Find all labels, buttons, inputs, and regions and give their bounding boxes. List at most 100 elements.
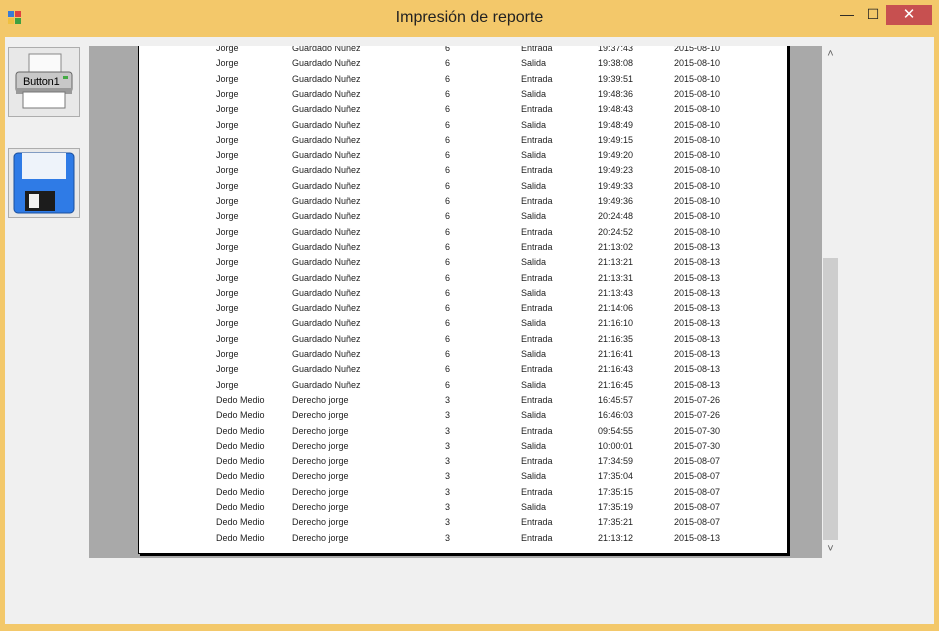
cell-time: 21:14:06 [598, 303, 634, 314]
table-row: Jorge Guardado Nuñez 6 Entrada 19:39:51 2015-… [139, 71, 787, 86]
cell-date: 2015-08-10 [674, 104, 721, 115]
cell-time: 19:38:08 [598, 58, 634, 69]
cell-num: 6 [445, 134, 451, 145]
maximize-button[interactable]: ☐ [860, 4, 886, 26]
table-row: Dedo Medio Derecho jorge 3 Entrada 17:34:59 2… [139, 453, 787, 468]
cell-type: Entrada [521, 486, 553, 497]
cell-time: 20:24:52 [598, 226, 634, 237]
cell-date: 2015-08-10 [674, 134, 721, 145]
cell-last: Derecho jorge [292, 486, 349, 497]
cell-type: Entrada [521, 165, 553, 176]
cell-date: 2015-07-30 [674, 440, 721, 451]
cell-time: 21:13:21 [598, 257, 634, 268]
cell-type: Salida [521, 211, 547, 222]
cell-type: Entrada [521, 134, 553, 145]
title-bar[interactable]: Impresión de reporte — ☐ ✕ [0, 0, 939, 37]
cell-date: 2015-08-10 [674, 73, 721, 84]
cell-last: Guardado Nuñez [292, 104, 361, 115]
cell-date: 2015-08-07 [674, 471, 721, 482]
cell-time: 16:45:57 [598, 394, 634, 405]
cell-date: 2015-08-13 [674, 303, 721, 314]
table-row: Jorge Guardado Nuñez 6 Entrada 21:16:35 2015-… [139, 331, 787, 346]
cell-name: Jorge [216, 379, 239, 390]
cell-num: 6 [445, 333, 451, 344]
cell-date: 2015-08-10 [674, 196, 721, 206]
cell-name: Jorge [216, 303, 239, 314]
cell-type: Entrada [521, 46, 553, 53]
close-button[interactable]: ✕ [886, 5, 932, 25]
cell-type: Salida [521, 502, 547, 512]
table-row: Dedo Medio Derecho jorge 3 Salida 10:00:01 20… [139, 438, 787, 453]
cell-num: 6 [445, 364, 451, 375]
cell-last: Guardado Nuñez [292, 303, 361, 314]
cell-type: Salida [521, 349, 547, 359]
cell-date: 2015-08-13 [674, 241, 721, 252]
window-title: Impresión de reporte [395, 9, 544, 26]
print-preview[interactable]: Jorge Guardado Nuñez 6 Entrada 19:37:43 2015-… [89, 46, 822, 558]
table-row: Jorge Guardado Nuñez 6 Entrada 21:13:02 2015-… [139, 239, 787, 254]
cell-time: 19:49:23 [598, 165, 634, 176]
cell-num: 6 [445, 88, 451, 99]
cell-type: Entrada [521, 73, 553, 84]
scroll-thumb[interactable] [823, 258, 838, 540]
cell-num: 3 [445, 517, 451, 528]
cell-time: 09:54:55 [598, 425, 634, 436]
table-row: Jorge Guardado Nuñez 6 Salida 21:13:43 2015-0… [139, 285, 787, 300]
cell-last: Guardado Nuñez [292, 150, 361, 161]
cell-name: Jorge [216, 287, 239, 298]
cell-time: 19:48:43 [598, 104, 634, 115]
cell-time: 17:34:59 [598, 456, 634, 467]
table-row: Dedo Medio Derecho jorge 3 Salida 17:35:04 20… [139, 468, 787, 483]
scroll-down-arrow[interactable]: ˅ [822, 541, 839, 558]
cell-time: 21:13:43 [598, 287, 634, 298]
cell-type: Salida [521, 471, 547, 482]
cell-num: 6 [445, 119, 451, 130]
cell-date: 2015-08-13 [674, 287, 721, 298]
cell-type: Salida [521, 58, 547, 69]
table-row: Jorge Guardado Nuñez 6 Salida 19:48:49 2015-0… [139, 117, 787, 132]
cell-num: 6 [445, 73, 451, 84]
cell-name: Jorge [216, 226, 239, 237]
cell-type: Entrada [521, 532, 553, 543]
cell-name: Dedo Medio [216, 486, 265, 497]
table-row: Dedo Medio Derecho jorge 3 Entrada 09:54:55 2… [139, 423, 787, 438]
save-button[interactable] [8, 148, 80, 218]
cell-type: Entrada [521, 333, 553, 344]
cell-type: Entrada [521, 104, 553, 115]
cell-time: 21:16:35 [598, 333, 634, 344]
cell-last: Guardado Nuñez [292, 272, 361, 283]
cell-last: Guardado Nuñez [292, 46, 361, 53]
cell-time: 19:49:15 [598, 134, 634, 145]
cell-time: 21:16:10 [598, 318, 634, 329]
cell-last: Guardado Nuñez [292, 241, 361, 252]
cell-last: Guardado Nuñez [292, 180, 361, 191]
table-row: Jorge Guardado Nuñez 6 Salida 21:13:21 2015-0… [139, 254, 787, 269]
cell-num: 6 [445, 180, 451, 191]
cell-type: Salida [521, 318, 547, 329]
table-row: Jorge Guardado Nuñez 6 Salida 19:48:36 2015-0… [139, 86, 787, 101]
cell-name: Jorge [216, 241, 239, 252]
table-row: Jorge Guardado Nuñez 6 Entrada 19:49:23 2015-… [139, 162, 787, 177]
minimize-button[interactable]: — [834, 4, 860, 26]
table-row: Jorge Guardado Nuñez 6 Entrada 19:49:15 2015-… [139, 132, 787, 147]
cell-name: Jorge [216, 134, 239, 145]
cell-date: 2015-08-07 [674, 517, 721, 528]
print-button[interactable]: Button1 [8, 47, 80, 117]
cell-date: 2015-08-13 [674, 318, 721, 329]
cell-last: Guardado Nuñez [292, 73, 361, 84]
cell-last: Guardado Nuñez [292, 88, 361, 99]
cell-time: 19:49:36 [598, 196, 634, 206]
cell-type: Salida [521, 180, 547, 191]
scroll-up-arrow[interactable]: ˄ [822, 46, 839, 63]
cell-last: Guardado Nuñez [292, 226, 361, 237]
cell-time: 19:37:43 [598, 46, 634, 53]
vertical-scrollbar[interactable]: ˄ ˅ [822, 46, 839, 558]
cell-time: 17:35:15 [598, 486, 634, 497]
cell-name: Jorge [216, 165, 239, 176]
cell-date: 2015-08-13 [674, 257, 721, 268]
app-window: Impresión de reporte — ☐ ✕ Button1 Jorge… [0, 0, 939, 631]
cell-last: Guardado Nuñez [292, 134, 361, 145]
cell-name: Jorge [216, 364, 239, 375]
cell-num: 6 [445, 379, 451, 390]
cell-time: 17:35:04 [598, 471, 634, 482]
